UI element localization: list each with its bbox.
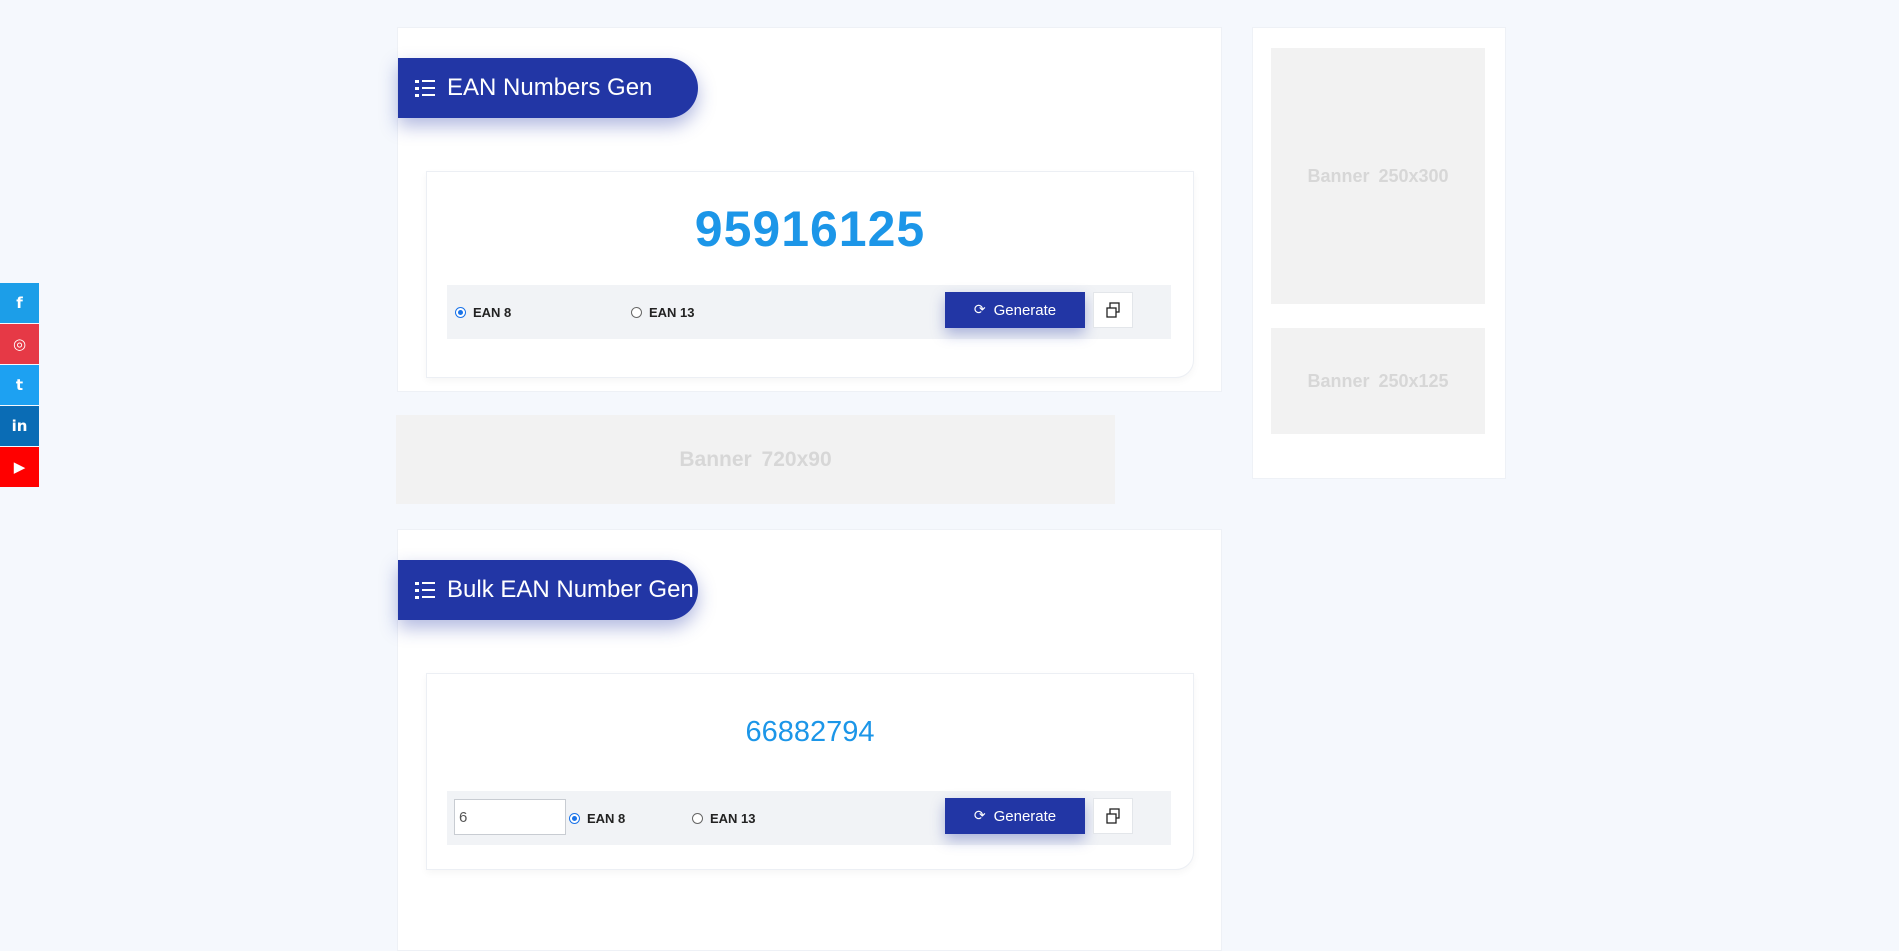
radio-label: EAN 8 <box>587 811 626 826</box>
radio-label: EAN 13 <box>710 811 756 826</box>
radio-dot[interactable] <box>455 307 466 318</box>
control-bar: EAN 8 EAN 13 ⟳ Generate <box>447 791 1171 845</box>
section-header: EAN Numbers Gen <box>398 58 698 118</box>
generate-label: Generate <box>993 807 1057 825</box>
generate-button[interactable]: ⟳ Generate <box>945 798 1085 834</box>
radio-label: EAN 13 <box>649 305 695 320</box>
copy-button[interactable] <box>1093 798 1133 834</box>
radio-ean8[interactable]: EAN 8 <box>455 305 511 320</box>
control-bar: EAN 8 EAN 13 ⟳ Generate <box>447 285 1171 339</box>
youtube-icon[interactable]: ▶ <box>0 447 39 487</box>
section-header: Bulk EAN Number Gen <box>398 560 698 620</box>
radio-ean8[interactable]: EAN 8 <box>569 811 625 826</box>
radio-label: EAN 8 <box>473 305 512 320</box>
generated-number: 66882794 <box>745 716 875 748</box>
generate-button[interactable]: ⟳ Generate <box>945 292 1085 328</box>
radio-ean13[interactable]: EAN 13 <box>631 305 695 320</box>
section-title: Bulk EAN Number Gen <box>447 576 694 603</box>
copy-icon <box>1106 808 1120 824</box>
copy-icon <box>1106 302 1120 318</box>
section-title: EAN Numbers Gen <box>447 74 653 101</box>
banner-720x90: Banner 720x90 <box>396 415 1115 504</box>
generated-number: 95916125 <box>694 201 926 257</box>
radio-dot[interactable] <box>569 813 580 824</box>
copy-button[interactable] <box>1093 292 1133 328</box>
list-icon <box>415 78 435 98</box>
banner-250x125: Banner 250x125 <box>1271 328 1485 434</box>
bulk-generator-panel: 66882794 EAN 8 EAN 13 ⟳ Generate <box>426 673 1194 870</box>
list-icon <box>415 580 435 600</box>
bulk-ean-generator-card: Bulk EAN Number Gen 66882794 EAN 8 EAN 1… <box>397 529 1222 951</box>
instagram-icon[interactable]: ◎ <box>0 324 39 364</box>
social-bar: f ◎ t in ▶ <box>0 283 39 488</box>
radio-dot[interactable] <box>631 307 642 318</box>
refresh-icon: ⟳ <box>973 302 986 318</box>
radio-ean13[interactable]: EAN 13 <box>692 811 756 826</box>
facebook-icon[interactable]: f <box>0 283 39 323</box>
banner-250x300: Banner 250x300 <box>1271 48 1485 304</box>
generator-panel: 95916125 EAN 8 EAN 13 ⟳ Generate <box>426 171 1194 378</box>
linkedin-icon[interactable]: in <box>0 406 39 446</box>
ean-generator-card: EAN Numbers Gen 95916125 EAN 8 EAN 13 ⟳ … <box>397 27 1222 392</box>
radio-dot[interactable] <box>692 813 703 824</box>
quantity-input[interactable] <box>454 799 566 835</box>
refresh-icon: ⟳ <box>973 808 986 824</box>
generate-label: Generate <box>993 301 1057 319</box>
twitter-icon[interactable]: t <box>0 365 39 405</box>
